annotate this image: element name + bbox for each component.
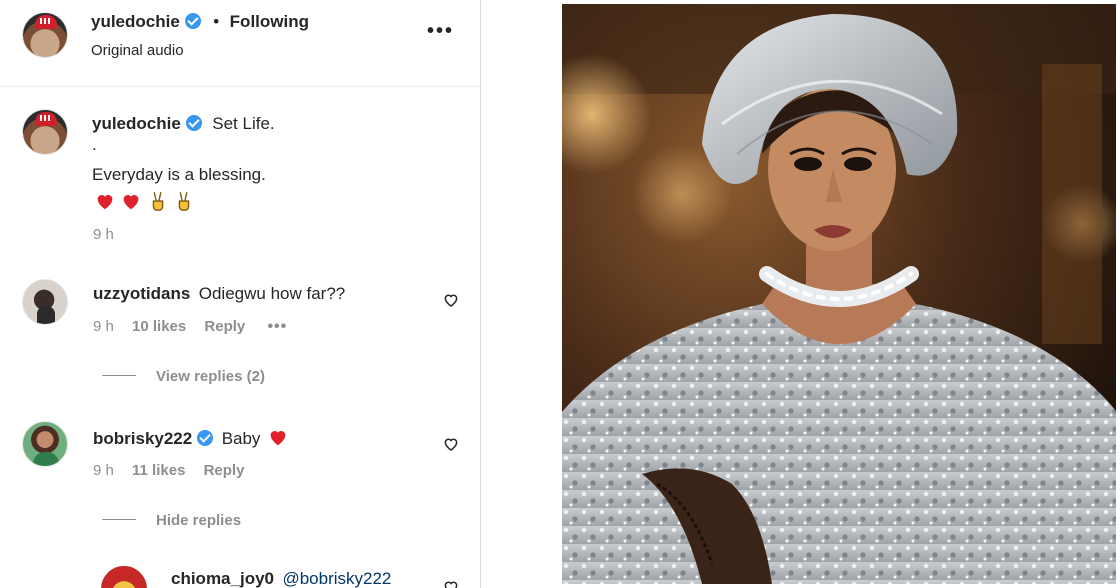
comment-timestamp: 9 h: [93, 462, 114, 479]
reply-avatar[interactable]: [101, 566, 147, 588]
commenter-avatar[interactable]: [22, 279, 68, 325]
like-heart-icon[interactable]: [442, 578, 460, 588]
separator-dot: •: [213, 12, 220, 31]
caption-emojis: [94, 190, 195, 213]
caption-line2: .: [92, 135, 97, 154]
comment-likes[interactable]: 10 likes: [132, 318, 186, 335]
comment-likes[interactable]: 11 likes: [132, 462, 185, 479]
comment-username[interactable]: bobrisky222: [93, 429, 192, 448]
comment-options-icon[interactable]: •••: [267, 318, 287, 335]
red-heart-icon: [270, 431, 286, 446]
comment-body: bobrisky222 Baby: [93, 426, 289, 449]
comment-text: Odiegwu how far??: [198, 284, 346, 303]
portrait-image: [562, 4, 1116, 584]
original-audio-link[interactable]: Original audio: [91, 42, 184, 59]
more-options-icon[interactable]: •••: [427, 20, 454, 43]
comment-username[interactable]: uzzyotidans: [93, 284, 190, 303]
hide-replies-label[interactable]: Hide replies: [156, 512, 241, 529]
post-photo: [562, 4, 1116, 584]
reply-username[interactable]: chioma_joy0: [171, 569, 274, 588]
caption: yuledochie Set Life.: [92, 114, 275, 134]
comment-meta: 9 h 11 likes Reply: [93, 462, 244, 479]
caption-timestamp: 9 h: [93, 226, 114, 243]
comment-text: Baby: [221, 429, 261, 448]
caption-avatar[interactable]: [22, 109, 68, 155]
reply-button[interactable]: Reply: [204, 318, 245, 335]
verified-badge-icon: [184, 13, 201, 29]
hide-replies-toggle[interactable]: Hide replies: [102, 512, 241, 529]
caption-line1: Set Life.: [212, 114, 275, 133]
like-heart-icon[interactable]: [442, 435, 460, 453]
victory-hand-icon: [179, 192, 190, 211]
caption-username[interactable]: yuledochie: [92, 114, 181, 133]
comment-meta: 9 h 10 likes Reply •••: [93, 318, 287, 336]
thread-line: [102, 375, 136, 376]
author-username[interactable]: yuledochie: [91, 12, 180, 31]
view-replies-label[interactable]: View replies (2): [156, 368, 265, 385]
comment-timestamp: 9 h: [93, 318, 114, 335]
post-header: yuledochie • Following: [91, 12, 309, 32]
comment-body: uzzyotidans Odiegwu how far??: [93, 284, 345, 304]
red-heart-icon: [124, 195, 139, 210]
commenter-avatar[interactable]: [22, 421, 68, 467]
following-button[interactable]: Following: [230, 12, 309, 31]
view-replies-toggle[interactable]: View replies (2): [102, 368, 265, 385]
thread-line: [102, 519, 136, 520]
author-avatar[interactable]: [22, 12, 68, 58]
comments-panel: yuledochie • Following Original audio ••…: [0, 0, 481, 588]
caption-line3: Everyday is a blessing.: [92, 165, 266, 184]
reply-button[interactable]: Reply: [204, 462, 245, 479]
verified-badge-icon: [197, 430, 214, 446]
header-divider: [0, 86, 480, 87]
like-heart-icon[interactable]: [442, 291, 460, 309]
reply-mention[interactable]: @bobrisky222: [282, 569, 391, 588]
red-heart-icon: [97, 195, 113, 210]
verified-badge-icon: [185, 115, 202, 131]
reply-body: chioma_joy0 @bobrisky222: [171, 569, 391, 588]
victory-hand-icon: [152, 192, 164, 211]
